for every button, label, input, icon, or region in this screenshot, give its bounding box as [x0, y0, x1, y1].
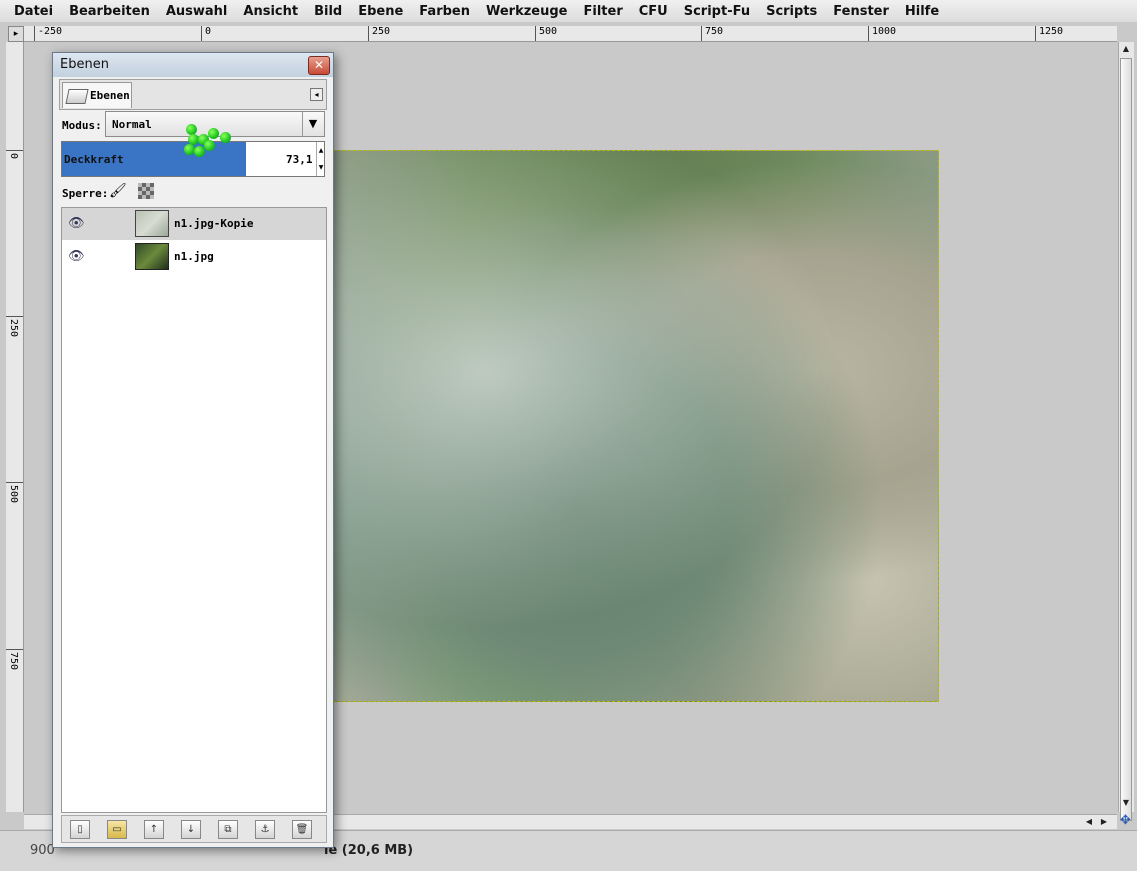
ruler-tick: 500 [535, 26, 557, 41]
layer-name[interactable]: n1.jpg-Kopie [174, 217, 253, 230]
menu-ebene[interactable]: Ebene [350, 4, 411, 19]
mode-value: Normal [112, 118, 152, 131]
layer-thumbnail [135, 210, 169, 237]
menu-werkzeuge[interactable]: Werkzeuge [478, 4, 576, 19]
ruler-label: 1000 [872, 26, 897, 37]
tab-menu-icon[interactable]: ◂ [310, 88, 323, 101]
menu-datei[interactable]: Datei [6, 4, 61, 19]
lower-layer-icon[interactable]: ↓ [181, 820, 201, 839]
menu-bearbeiten[interactable]: Bearbeiten [61, 4, 158, 19]
tab-layers-label: Ebenen [90, 89, 130, 102]
layers-dialog: Ebenen ✕ Ebenen ◂ Modus: Normal ▼ Deckkr… [52, 52, 334, 848]
ruler-label: -250 [38, 26, 63, 37]
vertical-scrollbar[interactable]: ▲ ▼ [1118, 42, 1134, 821]
vertical-scroll-thumb[interactable] [1120, 58, 1132, 821]
ruler-tick: 500 [6, 482, 23, 503]
ruler-label: 0 [8, 153, 19, 160]
busy-cursor [180, 120, 240, 165]
layer-row-selected[interactable]: 👁 n1.jpg-Kopie [62, 208, 326, 240]
dialog-title: Ebenen [60, 57, 109, 72]
cursor-dot [194, 146, 205, 157]
mode-label: Modus: [62, 119, 102, 132]
quick-mask-toggle[interactable]: ▸ [8, 26, 24, 42]
menu-bar: Datei Bearbeiten Auswahl Ansicht Bild Eb… [0, 0, 1137, 22]
menu-ansicht[interactable]: Ansicht [235, 4, 306, 19]
navigate-icon[interactable]: ✥ [1118, 814, 1133, 828]
menu-script-fu[interactable]: Script-Fu [676, 4, 758, 19]
cursor-dot [208, 128, 219, 139]
layers-toolbar: ▯ ▭ ↑ ↓ ⧉ ⚓ 🗑 [61, 815, 327, 843]
ruler-tick: 0 [201, 26, 211, 41]
ruler-label: 250 [8, 319, 19, 338]
ruler-tick: 1000 [868, 26, 896, 41]
close-icon[interactable]: ✕ [308, 56, 330, 75]
status-image-info: ie (20,6 MB) [324, 843, 414, 858]
ruler-tick: 1250 [1035, 26, 1063, 41]
eye-icon[interactable]: 👁 [68, 216, 85, 231]
lock-label: Sperre: [62, 187, 109, 200]
menu-scripts[interactable]: Scripts [758, 4, 825, 19]
checkerboard-icon[interactable] [138, 183, 154, 199]
ruler-tick: -250 [34, 26, 62, 41]
ruler-tick: 250 [6, 316, 23, 337]
tab-layers[interactable]: Ebenen [62, 82, 132, 108]
menu-fenster[interactable]: Fenster [825, 4, 897, 19]
menu-bild[interactable]: Bild [306, 4, 350, 19]
ruler-label: 500 [539, 26, 558, 37]
layer-list: 👁 n1.jpg-Kopie 👁 n1.jpg [61, 207, 327, 813]
ruler-label: 1250 [1039, 26, 1064, 37]
opacity-value[interactable]: 73,1 [286, 153, 313, 166]
horizontal-ruler[interactable]: -250 0 250 500 750 1000 1250 [24, 26, 1117, 42]
vertical-ruler[interactable]: 0 250 500 750 [6, 42, 24, 812]
scroll-down-icon[interactable]: ▼ [1120, 797, 1132, 809]
image-canvas[interactable] [333, 150, 939, 702]
ruler-tick: 0 [6, 150, 23, 159]
folder-icon[interactable]: ▭ [107, 820, 127, 839]
eye-icon[interactable]: 👁 [68, 249, 85, 264]
ruler-label: 250 [372, 26, 391, 37]
cursor-dot [204, 140, 215, 151]
ruler-tick: 750 [6, 649, 23, 670]
duplicate-layer-icon[interactable]: ⧉ [218, 820, 238, 839]
menu-auswahl[interactable]: Auswahl [158, 4, 236, 19]
ruler-label: 750 [705, 26, 724, 37]
chevron-down-icon[interactable]: ▼ [302, 112, 323, 136]
layer-row[interactable]: 👁 n1.jpg [62, 241, 326, 273]
ruler-label: 0 [205, 26, 212, 37]
layers-icon [65, 89, 89, 104]
scroll-up-icon[interactable]: ▲ [1120, 43, 1132, 55]
dialog-titlebar[interactable]: Ebenen ✕ [53, 53, 333, 77]
brush-icon[interactable]: 🖌 [109, 183, 127, 201]
new-layer-icon[interactable]: ▯ [70, 820, 90, 839]
cursor-dot [220, 132, 231, 143]
scroll-left-icon[interactable]: ◀ [1083, 816, 1095, 828]
menu-filter[interactable]: Filter [576, 4, 631, 19]
anchor-icon[interactable]: ⚓ [255, 820, 275, 839]
opacity-label: Deckkraft [64, 153, 124, 166]
ruler-label: 500 [8, 485, 19, 504]
opacity-spin-button[interactable]: ▲ ▼ [316, 142, 325, 176]
menu-hilfe[interactable]: Hilfe [897, 4, 947, 19]
ruler-label: 750 [8, 652, 19, 671]
layer-thumbnail [135, 243, 169, 270]
menu-farben[interactable]: Farben [411, 4, 478, 19]
scroll-right-icon[interactable]: ▶ [1098, 816, 1110, 828]
dialog-tabstrip: Ebenen ◂ [59, 79, 327, 110]
layer-name[interactable]: n1.jpg [174, 250, 214, 263]
ruler-tick: 250 [368, 26, 390, 41]
trash-icon[interactable]: 🗑 [292, 820, 312, 839]
raise-layer-icon[interactable]: ↑ [144, 820, 164, 839]
ruler-tick: 750 [701, 26, 723, 41]
menu-cfu[interactable]: CFU [631, 4, 676, 19]
